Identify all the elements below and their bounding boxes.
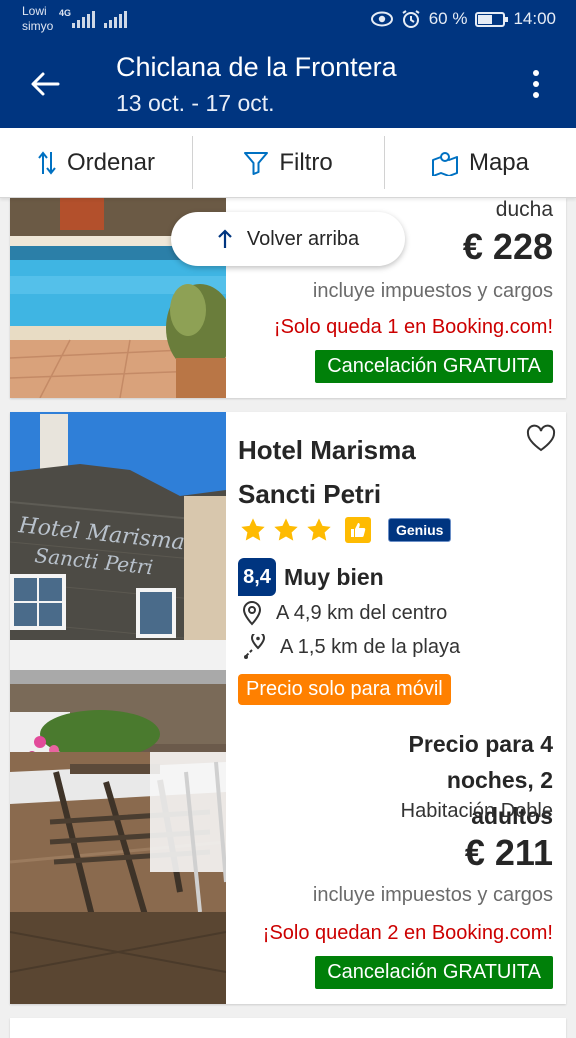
hotel-name[interactable]: Hotel Marisma Sancti Petri [238,428,498,516]
mobile-only-badge: Precio solo para móvil [238,674,451,705]
room-type: Habitación Doble [400,800,553,822]
back-to-top-button[interactable]: Volver arriba [171,212,405,266]
battery-icon [475,11,509,27]
route-pin-icon [244,634,266,659]
carrier-2: simyo [22,19,54,33]
price: € 211 [464,832,553,873]
distance-center: A 4,9 km del centro [276,601,448,624]
back-to-top-label: Volver arriba [246,227,360,250]
alarm-icon [402,10,420,28]
app-bar: Chiclana de la Frontera 13 oct. - 17 oct… [0,40,576,128]
sort-button[interactable]: Ordenar [0,128,192,197]
network-type: 4G [59,8,72,18]
hotel-photo[interactable]: Hotel Marisma Sancti Petri [10,412,226,1004]
signal-icon-2 [104,10,127,28]
hotel-card[interactable] [10,1018,566,1038]
thumbs-up-icon [345,517,371,543]
date-range[interactable]: 13 oct. - 17 oct. [116,90,275,117]
location-pin-icon [242,601,262,626]
arrow-left-icon [31,72,60,96]
heart-icon[interactable] [526,424,556,454]
review-score: 8,4 Muy bien [238,558,384,596]
results-toolbar: Ordenar Filtro Mapa [0,128,576,198]
more-options-button[interactable] [516,62,556,106]
filter-button[interactable]: Filtro [192,128,384,197]
hotel-card[interactable]: Hotel Marisma Sancti Petri Hotel Marisma… [10,412,566,1004]
eye-icon [370,11,393,27]
map-button[interactable]: Mapa [384,128,576,197]
sort-label: Ordenar [66,148,156,176]
star-icon [274,518,298,541]
signal-icon [72,10,95,28]
map-label: Mapa [468,148,530,176]
score-word: Muy bien [284,563,384,590]
scarcity-message: ¡Solo quedan 2 en Booking.com! [262,922,553,944]
clock: 14:00 [513,9,556,28]
carrier-1: Lowi [22,4,47,18]
map-icon [431,151,458,176]
filter-icon [244,151,269,175]
status-right: 60 % 14:00 [370,9,556,29]
distance-center-row: A 4,9 km del centro [242,600,447,626]
page-title[interactable]: Chiclana de la Frontera [116,52,397,83]
room-type: ducha [495,198,553,221]
taxes-note: incluye impuestos y cargos [312,280,553,302]
arrow-up-icon [218,229,232,248]
carrier-names: Lowi simyo [22,4,53,34]
star-icon [241,518,265,541]
taxes-note: incluye impuestos y cargos [312,884,553,906]
filter-label: Filtro [279,148,333,176]
scarcity-message: ¡Solo queda 1 en Booking.com! [273,316,553,338]
sort-icon [38,150,56,175]
battery-percent: 60 % [428,9,468,28]
distance-beach-row: A 1,5 km de la playa [242,634,460,660]
distance-beach: A 1,5 km de la playa [280,635,461,658]
score-badge: 8,4 [238,558,276,596]
price: € 228 [462,226,553,267]
hotel-info: Hotel Marisma Sancti Petri Genius 8,4 Mu… [226,412,566,1004]
free-cancellation-badge: Cancelación GRATUITA [315,956,553,989]
back-button[interactable] [20,62,70,106]
genius-badge: Genius [388,518,452,542]
status-bar: Lowi simyo 4G 60 % 14:00 [0,0,576,40]
star-icon [307,518,331,541]
star-rating: Genius [238,516,452,544]
free-cancellation-badge: Cancelación GRATUITA [315,350,553,383]
